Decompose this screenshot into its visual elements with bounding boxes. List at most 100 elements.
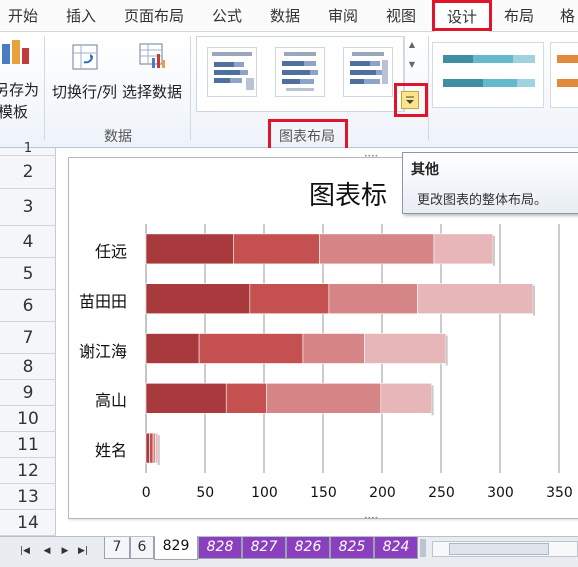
- tab-layout[interactable]: 布局: [504, 0, 534, 32]
- row-number[interactable]: 5: [0, 258, 56, 290]
- chart-layout-3[interactable]: [343, 47, 393, 97]
- chart-style-2[interactable]: [550, 42, 578, 108]
- prev-sheet-icon[interactable]: ◀: [40, 543, 54, 559]
- sheet-tab-active[interactable]: 829: [154, 536, 198, 560]
- horizontal-scroll-thumb[interactable]: [449, 543, 549, 555]
- switch-row-column-icon: [72, 44, 98, 70]
- sheet-tab[interactable]: 825: [330, 537, 374, 559]
- x-tick-label: 0: [141, 485, 151, 501]
- chart-title[interactable]: 图表标: [309, 175, 387, 212]
- tab-page-layout[interactable]: 页面布局: [124, 0, 184, 32]
- category-label: 任远: [94, 241, 127, 261]
- x-tick-label: 150: [310, 485, 337, 501]
- row-number[interactable]: 8: [0, 354, 56, 380]
- category-label: 谢江海: [78, 341, 127, 361]
- bar-segment[interactable]: [249, 283, 330, 314]
- chart-layout-1-icon: [212, 52, 254, 90]
- tooltip-title: 其他: [411, 162, 439, 178]
- ribbon-panel: 另存为 模板 切换行/列 选择数据 数据 ▲ ▼ 图表布局: [0, 32, 578, 154]
- bar-segment[interactable]: [328, 283, 418, 314]
- save-as-template-button[interactable]: 另存为 模板: [0, 36, 39, 122]
- next-sheet-icon[interactable]: ▶: [58, 543, 72, 559]
- chart-layout-3-icon: [350, 52, 388, 84]
- row-number[interactable]: 10: [0, 406, 56, 432]
- template-icon: [2, 40, 29, 64]
- chart-layout-1[interactable]: [207, 47, 257, 97]
- x-tick-label: 250: [428, 485, 455, 501]
- bar-segment[interactable]: [225, 383, 267, 414]
- last-sheet-icon[interactable]: ▶|: [76, 543, 90, 559]
- category-label: 姓名: [94, 441, 127, 461]
- bar-segment[interactable]: [149, 432, 154, 464]
- x-tick-label: 300: [487, 485, 514, 501]
- bar-segment[interactable]: [145, 233, 234, 265]
- sheet-tab[interactable]: 828: [198, 537, 242, 559]
- horizontal-scrollbar[interactable]: [432, 541, 578, 557]
- tab-insert[interactable]: 插入: [66, 0, 96, 32]
- bar-segment[interactable]: [266, 383, 382, 414]
- bar-segment[interactable]: [302, 333, 365, 364]
- first-sheet-icon[interactable]: |◀: [18, 543, 32, 559]
- sheet-tab[interactable]: 824: [374, 537, 418, 559]
- bar-segment[interactable]: [145, 432, 150, 464]
- bar-segment[interactable]: [433, 233, 494, 265]
- x-tick-label: 350: [546, 485, 573, 501]
- x-tick-label: 50: [196, 485, 215, 501]
- chart-style-2-icon: [557, 55, 578, 87]
- bar-segment[interactable]: [363, 333, 447, 364]
- chart-style-1[interactable]: [432, 42, 544, 108]
- row-number[interactable]: 13: [0, 484, 56, 510]
- bar-segment[interactable]: [145, 283, 251, 314]
- gallery-scroll-down-icon[interactable]: ▼: [405, 56, 419, 74]
- more-layouts-tooltip: 其他 更改图表的整体布局。: [402, 152, 578, 214]
- tab-review[interactable]: 审阅: [328, 0, 358, 32]
- sheet-tab[interactable]: 7: [104, 537, 130, 559]
- bar-segment[interactable]: [198, 333, 304, 364]
- tab-home[interactable]: 开始: [8, 0, 38, 32]
- row-number[interactable]: 11: [0, 432, 56, 458]
- row-number[interactable]: 3: [0, 189, 56, 226]
- row-number[interactable]: 14: [0, 510, 56, 536]
- row-number[interactable]: 7: [0, 322, 56, 354]
- switch-row-column-label: 切换行/列: [52, 83, 118, 101]
- category-label: 高山: [94, 391, 127, 411]
- chart-layout-2-icon: [282, 52, 318, 91]
- gallery-scroll-up-icon[interactable]: ▲: [405, 36, 419, 54]
- tab-split-handle[interactable]: [420, 539, 426, 557]
- bar-segment[interactable]: [319, 233, 435, 265]
- group-separator: [44, 36, 45, 140]
- row-number[interactable]: 12: [0, 458, 56, 484]
- bar-segment[interactable]: [233, 233, 320, 265]
- group-separator: [190, 36, 191, 140]
- row-number[interactable]: 2: [0, 156, 56, 189]
- row-number[interactable]: 1: [0, 142, 56, 156]
- sheet-tab[interactable]: 826: [286, 537, 330, 559]
- row-number[interactable]: 4: [0, 226, 56, 258]
- chart-layout-2[interactable]: [275, 47, 325, 97]
- bar-segment[interactable]: [155, 432, 159, 464]
- sheet-tab[interactable]: 6: [130, 537, 154, 559]
- bar-segment[interactable]: [145, 383, 227, 414]
- tab-formulas[interactable]: 公式: [212, 0, 242, 32]
- highlight-design-tab: [432, 0, 492, 31]
- bar-shadow: [431, 385, 434, 416]
- tab-view[interactable]: 视图: [386, 0, 416, 32]
- data-group-label: 数据: [104, 129, 132, 145]
- row-number[interactable]: 6: [0, 290, 56, 322]
- row-number[interactable]: 9: [0, 380, 56, 406]
- select-data-button[interactable]: 选择数据: [122, 36, 188, 116]
- bar-segment[interactable]: [145, 333, 200, 364]
- x-tick-label: 100: [251, 485, 278, 501]
- row-headers: 1 2 3 4 5 6 7 8 9 10 11 12 13 14: [0, 142, 56, 536]
- tab-data[interactable]: 数据: [270, 0, 300, 32]
- switch-row-column-button[interactable]: 切换行/列: [50, 36, 120, 116]
- sheet-tab[interactable]: 827: [242, 537, 286, 559]
- tab-format[interactable]: 格: [560, 0, 575, 32]
- save-as-label-2: 模板: [0, 103, 29, 121]
- sheet-tab-bar: |◀ ◀ ▶ ▶| 7 6 829 828 827 826 825 824: [0, 536, 578, 567]
- x-tick-label: 200: [369, 485, 396, 501]
- bar-segment[interactable]: [152, 432, 156, 464]
- bar-shadow: [533, 285, 536, 316]
- bar-segment[interactable]: [380, 383, 432, 414]
- bar-segment[interactable]: [417, 283, 534, 314]
